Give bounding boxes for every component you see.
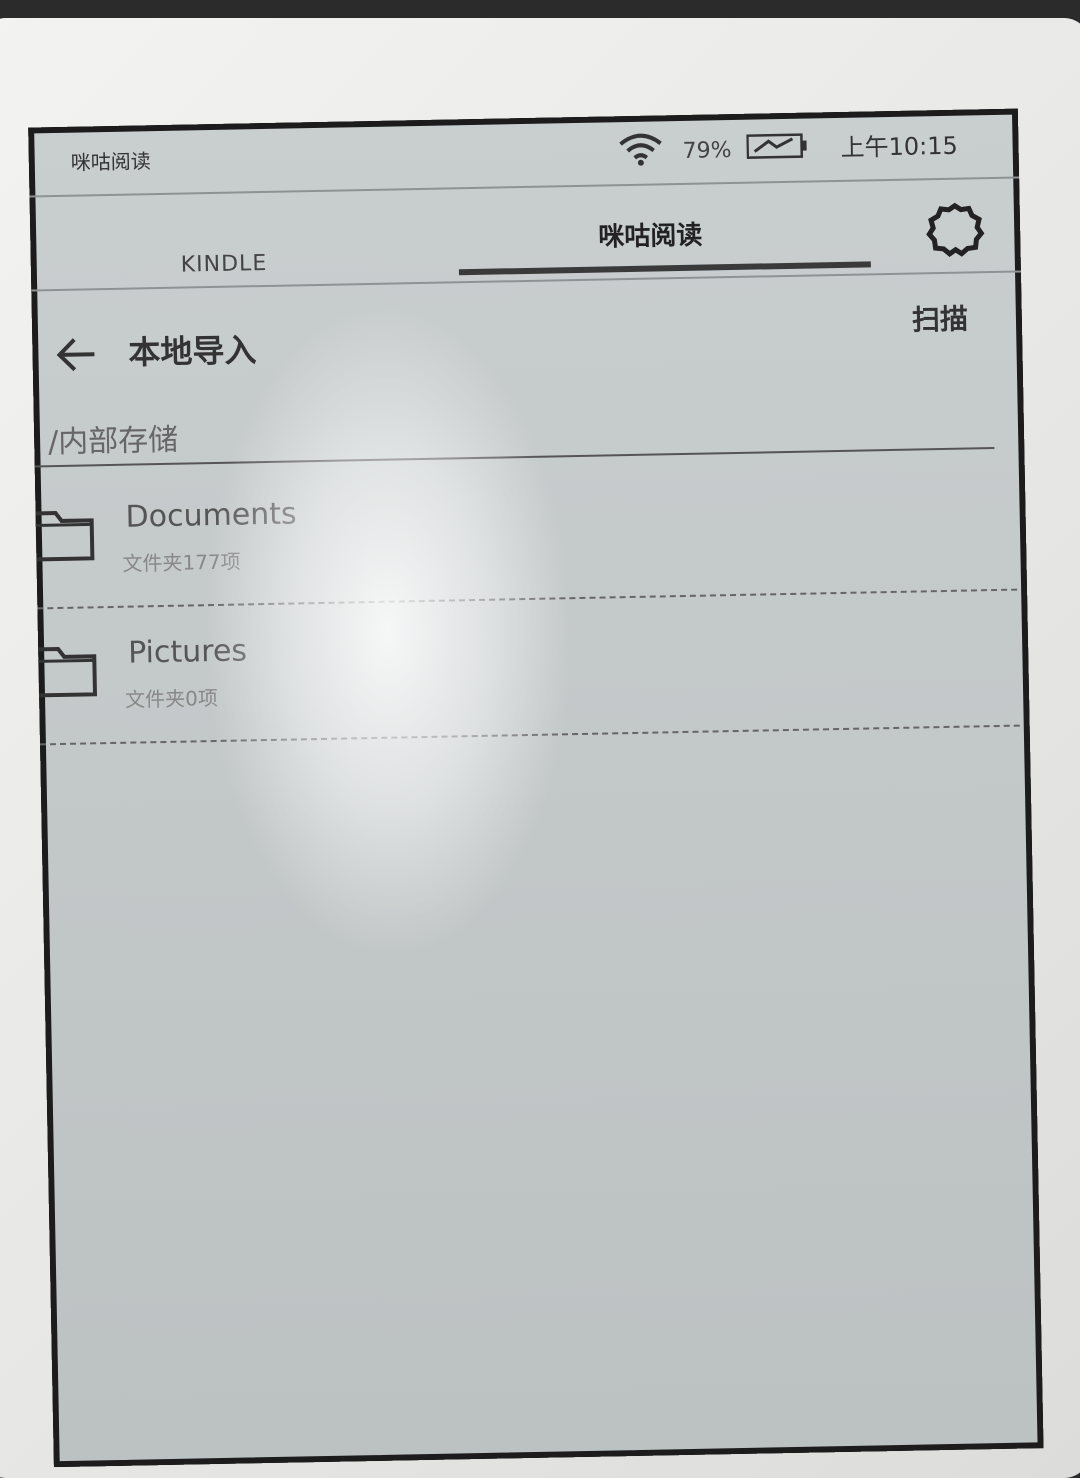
- clock: 上午10:15: [840, 131, 959, 162]
- tab-kindle[interactable]: KINDLE: [181, 251, 268, 278]
- gear-icon[interactable]: [925, 199, 986, 260]
- row-separator: [39, 724, 1020, 746]
- page-title: 本地导入: [128, 331, 257, 372]
- tab-migu-reading[interactable]: 咪咕阅读: [598, 215, 703, 254]
- back-arrow-icon[interactable]: [54, 334, 99, 375]
- breadcrumb-path: /内部存储: [47, 422, 179, 461]
- wifi-icon: [619, 133, 662, 166]
- battery-percent: 79%: [682, 138, 732, 164]
- scan-button[interactable]: 扫描: [912, 297, 969, 338]
- eink-screen: 咪咕阅读 79% 上午10:15 KINDLE 咪咕阅读 本地导入 扫描 /内部…: [28, 108, 1044, 1468]
- tab-bar: KINDLE 咪咕阅读: [29, 176, 1022, 292]
- list-item-pictures[interactable]: Pictures 文件夹0项: [34, 597, 1020, 746]
- folder-icon: [34, 647, 98, 698]
- folder-name: Pictures: [127, 633, 248, 671]
- active-tab-indicator: [458, 261, 871, 276]
- folder-item-count: 文件夹0项: [124, 685, 219, 712]
- list-item-documents[interactable]: Documents 文件夹177项: [31, 461, 1018, 610]
- app-label: 咪咕阅读: [70, 149, 151, 175]
- folder-item-count: 文件夹177项: [122, 549, 241, 576]
- battery-charging-icon: [746, 133, 807, 159]
- page-header: 本地导入 扫描: [31, 274, 1023, 393]
- folder-name: Documents: [125, 496, 297, 535]
- folder-icon: [31, 511, 95, 562]
